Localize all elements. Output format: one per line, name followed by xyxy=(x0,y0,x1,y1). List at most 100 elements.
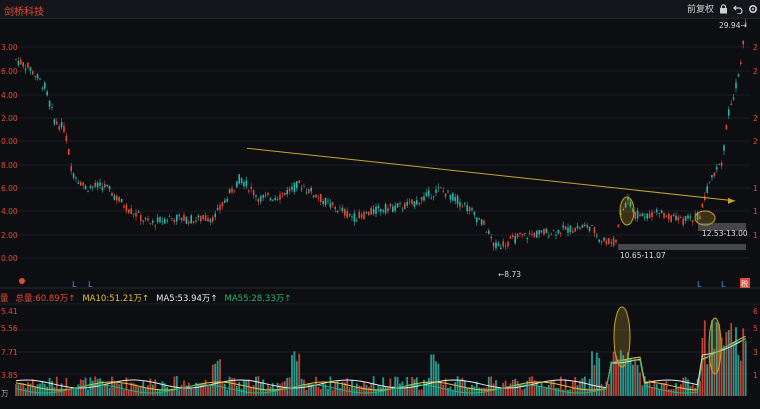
candle-body xyxy=(728,109,730,116)
volume-bar xyxy=(161,381,164,396)
volume-bar xyxy=(250,386,253,396)
candle-body xyxy=(180,217,183,221)
volume-bar xyxy=(459,379,461,396)
volume-bar xyxy=(634,358,637,396)
kline-chart[interactable]: 3.00 6.00 4.00 2.00 0.00 8.00 6.00 4.00 2.00 0.00… xyxy=(0,18,760,405)
candle-body xyxy=(56,121,58,125)
volume-bar xyxy=(677,387,680,396)
candle-body xyxy=(603,237,605,241)
volume-bar xyxy=(31,379,34,396)
candle-body xyxy=(464,202,466,204)
candle-body xyxy=(735,82,737,89)
candle-body xyxy=(646,213,648,219)
candle-body xyxy=(135,212,137,217)
volume-bar xyxy=(377,385,380,396)
candle-body xyxy=(281,192,284,195)
lock-icon[interactable] xyxy=(719,3,728,14)
candle-body xyxy=(368,211,370,216)
volume-bar xyxy=(432,354,435,396)
settings-icon[interactable] xyxy=(748,4,758,14)
volume-bar xyxy=(444,378,447,396)
candle-body xyxy=(159,217,161,223)
candle-body xyxy=(656,209,658,212)
volume-bar xyxy=(262,379,265,396)
total-volume: 总量:60.89万↑ xyxy=(15,294,76,304)
candle-body xyxy=(154,225,156,227)
candle-body xyxy=(188,221,190,224)
candle-body xyxy=(41,87,44,89)
volume-bar xyxy=(636,365,639,396)
volume-bar xyxy=(665,381,668,396)
candle-body xyxy=(380,208,382,212)
candle-body xyxy=(648,213,651,219)
volume-bar xyxy=(199,383,202,396)
candle-body xyxy=(377,206,380,209)
volume-bar xyxy=(240,388,243,396)
volume-bar xyxy=(507,387,509,396)
candle-body xyxy=(399,202,401,204)
volume-bar xyxy=(420,389,423,396)
volume-bar xyxy=(269,386,272,396)
volume-bar xyxy=(399,383,401,396)
volume-bar xyxy=(667,389,670,396)
volume-bar xyxy=(27,382,29,396)
volume-bar xyxy=(120,383,123,396)
candle-body xyxy=(382,210,384,212)
candle-body xyxy=(387,208,389,212)
candle-body xyxy=(104,183,106,188)
adjust-button[interactable]: 前复权 xyxy=(687,2,714,15)
price-axis-label: 6.00 xyxy=(1,184,18,193)
volume-bar xyxy=(694,387,697,396)
candle-body xyxy=(389,203,392,207)
candle-body xyxy=(524,233,526,234)
candle-body xyxy=(435,189,437,193)
candle-body xyxy=(555,234,557,236)
l-marker: L xyxy=(697,280,702,289)
candle-body xyxy=(118,197,120,202)
volume-bar xyxy=(115,381,118,396)
candle-body xyxy=(284,192,286,196)
volume-bar xyxy=(295,361,298,396)
volume-bar xyxy=(545,387,548,396)
candle-body xyxy=(269,198,272,201)
volume-bar xyxy=(427,378,430,396)
candle-body xyxy=(437,187,440,188)
volume-bar xyxy=(219,359,221,396)
candle-body xyxy=(704,196,706,201)
candle-body xyxy=(20,59,22,65)
top-bar: 剑桥科技 前复权 xyxy=(0,0,760,19)
candle-body xyxy=(219,204,221,210)
volume-bar xyxy=(372,376,375,396)
candle-body xyxy=(591,225,593,227)
candle-body xyxy=(224,200,226,203)
volume-bar xyxy=(142,381,145,396)
ma-legend: 量 总量:60.89万↑ MA10:51.21万↑ MA5:53.94万↑ MA… xyxy=(0,292,291,304)
volume-bar xyxy=(154,379,157,396)
candle-body xyxy=(34,76,36,78)
candle-body xyxy=(430,198,432,200)
candle-body xyxy=(221,202,224,207)
undo-icon[interactable] xyxy=(733,4,743,14)
candle-body xyxy=(447,190,449,192)
candle-body xyxy=(32,71,34,75)
volume-bar xyxy=(607,383,610,396)
candle-body xyxy=(252,190,255,196)
volume-bar xyxy=(547,384,550,396)
chart-area[interactable]: 3.00 6.00 4.00 2.00 0.00 8.00 6.00 4.00 2.00 0.00… xyxy=(0,18,760,405)
candle-body xyxy=(51,107,53,108)
volume-bar xyxy=(687,379,689,396)
candle-body xyxy=(77,182,80,184)
candle-body xyxy=(512,235,514,238)
candle-body xyxy=(548,236,550,238)
candle-body xyxy=(476,217,478,223)
candle-body xyxy=(226,198,228,202)
candle-body xyxy=(152,220,154,223)
volume-axis-label: 7.71 xyxy=(1,348,18,357)
candle-body xyxy=(680,217,682,218)
volume-bar xyxy=(221,381,224,396)
candle-body xyxy=(82,182,84,186)
candle-body xyxy=(29,67,32,71)
candle-body xyxy=(584,225,586,226)
price-axis-label: 0.00 xyxy=(1,254,18,263)
candle-body xyxy=(248,190,250,192)
